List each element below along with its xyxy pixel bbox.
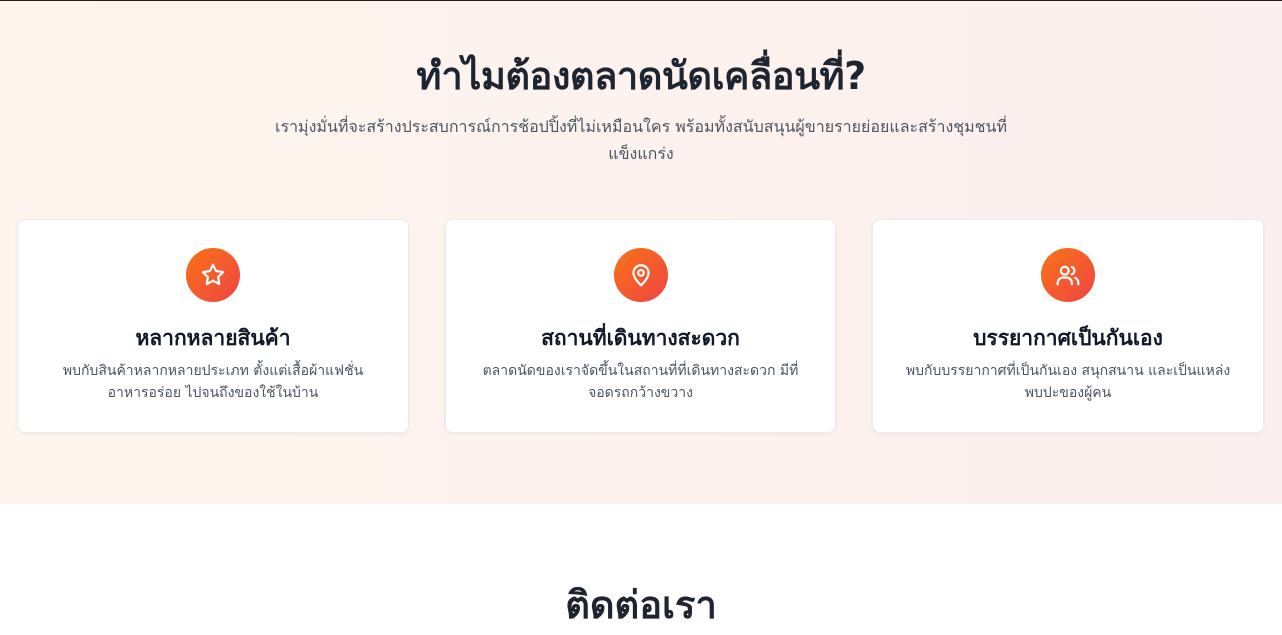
feature-card-atmosphere: บรรยากาศเป็นกันเอง พบกับบรรยากาศที่เป็นก… bbox=[872, 219, 1264, 433]
why-subtitle: เรามุ่งมั่นที่จะสร้างประสบการณ์การช้อปปิ… bbox=[275, 117, 1007, 163]
contact-title: ติดต่อเรา bbox=[565, 583, 717, 627]
users-icon bbox=[1041, 248, 1095, 302]
why-section: ทำไมต้องตลาดนัดเคลื่อนที่? เรามุ่งมั่นที… bbox=[0, 1, 1282, 504]
feature-card-location: สถานที่เดินทางสะดวก ตลาดนัดของเราจัดขึ้น… bbox=[445, 219, 836, 433]
feature-card-title: บรรยากาศเป็นกันเอง bbox=[973, 326, 1163, 350]
feature-card-description: ตลาดนัดของเราจัดขึ้นในสถานที่ที่เดินทางส… bbox=[482, 363, 799, 401]
feature-card-title: สถานที่เดินทางสะดวก bbox=[541, 326, 740, 350]
feature-card-title: หลากหลายสินค้า bbox=[135, 326, 291, 350]
why-title: ทำไมต้องตลาดนัดเคลื่อนที่? bbox=[416, 54, 866, 98]
feature-card-description: พบกับบรรยากาศที่เป็นกันเอง สนุกสนาน และเ… bbox=[905, 363, 1231, 401]
feature-card-description: พบกับสินค้าหลากหลายประเภท ตั้งแต่เสื้อผ้… bbox=[62, 363, 364, 401]
star-icon bbox=[186, 248, 240, 302]
map-pin-icon bbox=[613, 248, 668, 302]
feature-card-variety: หลากหลายสินค้า พบกับสินค้าหลากหลายประเภท… bbox=[17, 219, 409, 433]
